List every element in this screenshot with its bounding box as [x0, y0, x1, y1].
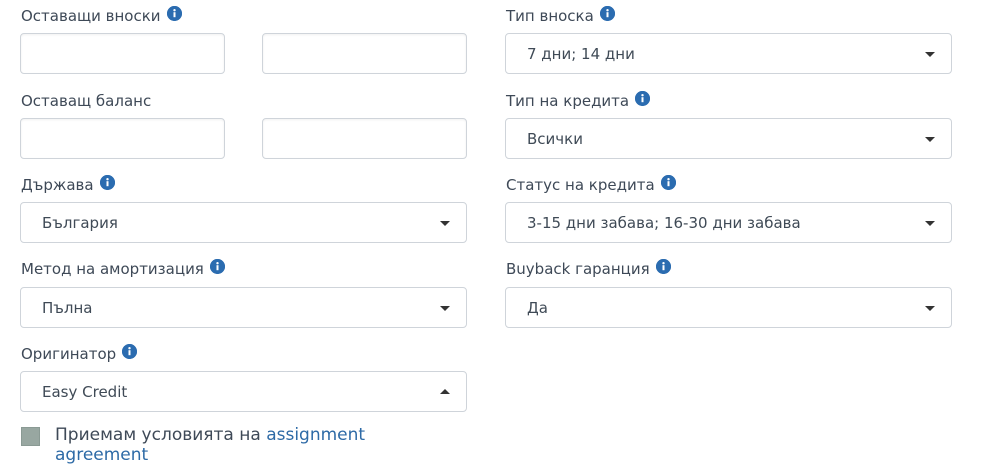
- buyback-guarantee-value: Да: [527, 298, 548, 317]
- chevron-down-icon: [925, 305, 935, 311]
- remaining-installments-from-input[interactable]: [20, 33, 225, 74]
- loan-type-label: Тип на кредита: [506, 90, 651, 111]
- info-icon[interactable]: [635, 90, 651, 106]
- amortization-method-label: Метод на амортизация: [21, 258, 225, 279]
- chevron-down-icon: [440, 220, 450, 226]
- terms-prefix: Приемам условията на: [55, 425, 267, 445]
- info-icon[interactable]: [655, 258, 671, 274]
- remaining-balance-label: Оставащ баланс: [21, 92, 152, 110]
- remaining-balance-from-input[interactable]: [20, 118, 225, 159]
- country-label: Държава: [21, 174, 115, 195]
- chevron-up-icon: [440, 388, 450, 394]
- installment-type-value: 7 дни; 14 дни: [527, 44, 635, 63]
- installment-type-label: Тип вноска: [506, 5, 615, 26]
- remaining-installments-to-field[interactable]: [263, 34, 466, 73]
- country-value: България: [42, 213, 118, 232]
- loan-status-select[interactable]: 3-15 дни забава; 16-30 дни забава: [505, 202, 952, 243]
- chevron-down-icon: [925, 220, 935, 226]
- loan-status-label: Статус на кредита: [506, 174, 676, 195]
- info-icon[interactable]: [209, 258, 225, 274]
- loan-status-value: 3-15 дни забава; 16-30 дни забава: [527, 213, 801, 232]
- chevron-down-icon: [925, 51, 935, 57]
- loan-type-value: Всички: [527, 129, 583, 148]
- terms-text: Приемам условията на assignment agreemen…: [55, 425, 395, 465]
- remaining-balance-to-field[interactable]: [263, 119, 466, 158]
- remaining-installments-to-input[interactable]: [262, 33, 467, 74]
- chevron-down-icon: [925, 136, 935, 142]
- buyback-guarantee-label: Buyback гаранция: [506, 258, 671, 279]
- info-icon[interactable]: [660, 174, 676, 190]
- buyback-guarantee-select[interactable]: Да: [505, 287, 952, 328]
- remaining-installments-from-field[interactable]: [21, 34, 224, 73]
- remaining-balance-to-input[interactable]: [262, 118, 467, 159]
- loan-type-select[interactable]: Всички: [505, 118, 952, 159]
- amortization-method-value: Пълна: [42, 298, 93, 317]
- originator-select[interactable]: Easy Credit: [20, 371, 467, 412]
- info-icon[interactable]: [122, 343, 138, 359]
- info-icon[interactable]: [599, 5, 615, 21]
- originator-value: Easy Credit: [42, 382, 128, 401]
- info-icon[interactable]: [99, 174, 115, 190]
- installment-type-select[interactable]: 7 дни; 14 дни: [505, 33, 952, 74]
- terms-checkbox[interactable]: [21, 427, 40, 446]
- chevron-down-icon: [440, 305, 450, 311]
- originator-label: Оригинатор: [21, 343, 138, 364]
- info-icon[interactable]: [166, 5, 182, 21]
- country-select[interactable]: България: [20, 202, 467, 243]
- remaining-installments-label: Оставащи вноски: [21, 5, 182, 26]
- remaining-balance-from-field[interactable]: [21, 119, 224, 158]
- amortization-method-select[interactable]: Пълна: [20, 287, 467, 328]
